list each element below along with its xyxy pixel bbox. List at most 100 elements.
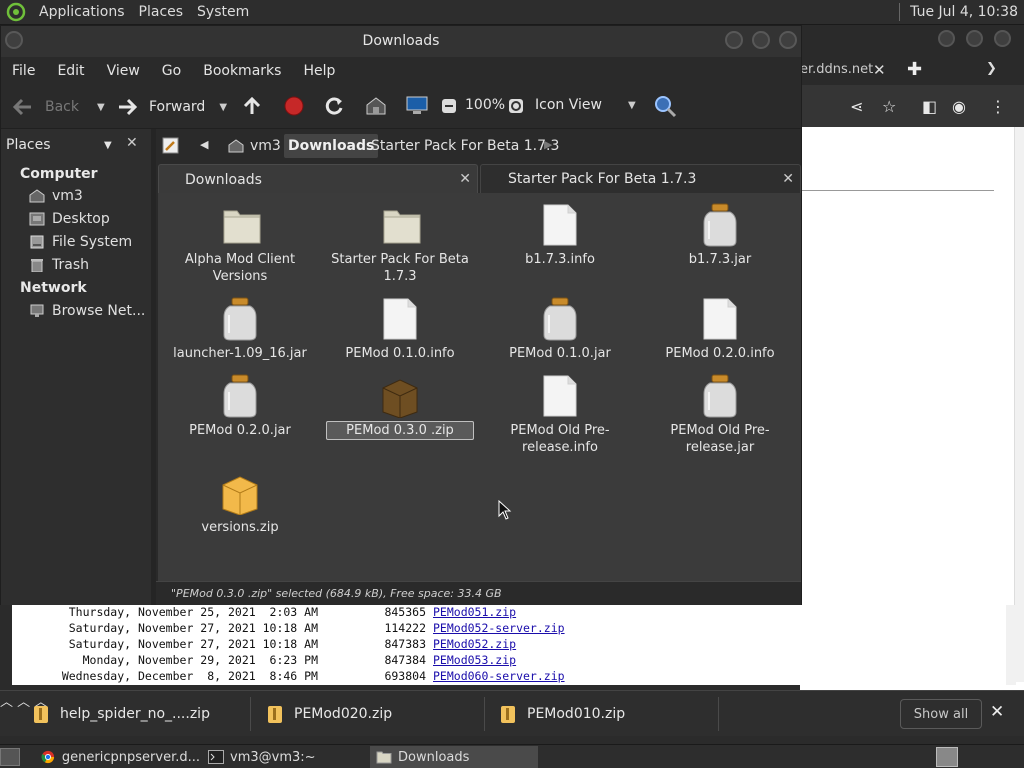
- listing-row: Saturday, November 27, 2021 10:18 AM 8473…: [68, 637, 517, 651]
- file-name: PEMod 0.1.0.jar: [509, 346, 611, 361]
- browser-menu-icon[interactable]: ⋮: [990, 97, 1006, 116]
- workspace-switcher[interactable]: [936, 747, 958, 767]
- breadcrumb-downloads[interactable]: Downloads: [284, 134, 379, 158]
- download-menu-chevron-icon[interactable]: ︿: [0, 695, 13, 710]
- task-chrome[interactable]: genericpnpserver.d...: [34, 746, 200, 768]
- browser-window: er.ddns.net ✕ ✚ ❯ ⋖ ☆ ◧ ◉ ⋮: [800, 25, 1024, 690]
- file-name: versions.zip: [201, 520, 279, 535]
- sidebar-resize-handle[interactable]: [151, 129, 156, 605]
- view-mode-arrow-icon: ▼: [627, 99, 636, 111]
- file-name: PEMod 0.1.0.info: [345, 346, 455, 361]
- listing-link[interactable]: PEMod052-server.zip: [433, 621, 565, 635]
- listing-link[interactable]: PEMod052.zip: [433, 637, 516, 651]
- breadcrumb-left-arrow-icon[interactable]: ◀: [200, 138, 208, 151]
- menu-go[interactable]: Go: [151, 63, 192, 79]
- applications-menu[interactable]: Applications: [32, 4, 132, 20]
- close-shelf-icon[interactable]: ✕: [990, 702, 1004, 722]
- listing-link[interactable]: PEMod051.zip: [433, 605, 516, 619]
- browser-tab-title[interactable]: er.ddns.net: [800, 62, 873, 77]
- view-mode-select[interactable]: Icon View ▼: [535, 97, 636, 113]
- taskbar: genericpnpserver.d... vm3@vm3:~ Download…: [0, 744, 1024, 768]
- sidebar-close-icon[interactable]: ✕: [126, 135, 138, 151]
- file-name: launcher-1.09_16.jar: [173, 346, 307, 361]
- sidebar-item-file-system[interactable]: File System: [29, 234, 132, 250]
- task-downloads[interactable]: Downloads: [370, 746, 538, 768]
- bookmark-star-icon[interactable]: ☆: [882, 97, 896, 116]
- browser-close-button[interactable]: [994, 30, 1011, 47]
- side-panel-icon[interactable]: ◧: [922, 97, 937, 116]
- tab-downloads[interactable]: Downloads ✕: [158, 164, 478, 194]
- zoom-in-icon[interactable]: [508, 98, 524, 114]
- listing-scrollbar[interactable]: [1006, 605, 1016, 685]
- download-item[interactable]: help_spider_no_....zip: [34, 691, 210, 737]
- download-item[interactable]: PEMod020.zip: [268, 691, 392, 737]
- sidebar-item-browse-network[interactable]: Browse Net...: [29, 303, 145, 319]
- search-icon[interactable]: [653, 94, 677, 118]
- sidebar-type-select[interactable]: Places ▼: [6, 134, 118, 156]
- menu-view[interactable]: View: [96, 63, 151, 79]
- tab-strip: Downloads ✕ Starter Pack For Beta 1.7.3 …: [156, 164, 801, 194]
- sidebar-item-desktop[interactable]: Desktop: [29, 211, 110, 227]
- profile-avatar-icon[interactable]: ◉: [952, 97, 966, 116]
- sidebar: Places ▼ ✕ Computer vm3 Desktop File Sys…: [1, 129, 151, 605]
- zoom-out-icon[interactable]: [441, 98, 457, 114]
- distro-logo-icon[interactable]: [6, 2, 26, 22]
- minimize-button[interactable]: [725, 31, 743, 49]
- share-icon[interactable]: ⋖: [850, 97, 863, 116]
- menu-edit[interactable]: Edit: [46, 63, 95, 79]
- close-tab-icon[interactable]: ✕: [459, 171, 471, 187]
- edit-location-icon[interactable]: [162, 137, 180, 155]
- breadcrumb-vm3[interactable]: vm3: [224, 134, 285, 158]
- folder-icon: [220, 203, 261, 247]
- tab-starter-pack[interactable]: Starter Pack For Beta 1.7.3 ✕: [480, 164, 801, 194]
- browser-minimize-button[interactable]: [938, 30, 955, 47]
- stop-icon[interactable]: [283, 95, 305, 117]
- download-menu-chevron-icon[interactable]: ︿: [17, 695, 30, 710]
- computer-icon[interactable]: [405, 95, 429, 117]
- up-arrow-icon[interactable]: [241, 95, 263, 117]
- breadcrumb-starter-pack[interactable]: Starter Pack For Beta 1.7.3: [367, 134, 563, 158]
- reload-icon[interactable]: [323, 95, 345, 117]
- menu-bookmarks[interactable]: Bookmarks: [192, 63, 292, 79]
- jar-icon: [700, 374, 740, 418]
- menu-file[interactable]: File: [1, 63, 46, 79]
- folder-icon: [376, 751, 392, 764]
- document-icon: [380, 297, 420, 341]
- show-desktop-button[interactable]: [0, 748, 20, 766]
- task-terminal[interactable]: vm3@vm3:~: [202, 746, 368, 768]
- menu-help[interactable]: Help: [292, 63, 346, 79]
- file-name: PEMod 0.2.0.jar: [189, 423, 291, 438]
- places-menu[interactable]: Places: [132, 4, 191, 20]
- forward-button[interactable]: Forward ▼: [115, 97, 227, 117]
- download-item[interactable]: PEMod010.zip: [501, 691, 625, 737]
- home-icon[interactable]: [365, 96, 387, 116]
- browser-tab-close-icon[interactable]: ✕: [873, 61, 886, 79]
- forward-arrow-icon: [119, 98, 138, 116]
- tab-search-chevron-icon[interactable]: ❯: [986, 61, 997, 76]
- back-history-arrow-icon[interactable]: ▼: [97, 102, 105, 113]
- sidebar-item-trash[interactable]: Trash: [29, 257, 89, 273]
- file-icon-view[interactable]: Alpha Mod Client Versions Starter Pack Fo…: [158, 193, 801, 581]
- sidebar-item-vm3[interactable]: vm3: [29, 188, 83, 204]
- listing-link[interactable]: PEMod060-server.zip: [433, 669, 565, 683]
- listing-row: Wednesday, December 8, 2021 8:46 PM 69380…: [61, 669, 565, 683]
- window-titlebar[interactable]: Downloads: [1, 26, 801, 57]
- clock[interactable]: Tue Jul 4, 10:38: [910, 4, 1018, 20]
- file-name: PEMod 0.3.0 .zip: [320, 421, 480, 440]
- listing-row: Monday, November 29, 2021 6:23 PM 847384 P…: [82, 653, 517, 667]
- back-button[interactable]: Back ▼: [11, 97, 105, 117]
- breadcrumb-right-arrow-icon[interactable]: ▶: [544, 138, 552, 151]
- zoom-level[interactable]: 100%: [465, 97, 505, 113]
- file-name: PEMod Old Pre-release.jar: [670, 423, 770, 455]
- close-tab-icon[interactable]: ✕: [782, 171, 794, 187]
- show-all-button[interactable]: Show all: [900, 699, 982, 729]
- listing-link[interactable]: PEMod053.zip: [433, 653, 516, 667]
- close-button[interactable]: [779, 31, 797, 49]
- forward-history-arrow-icon[interactable]: ▼: [219, 102, 227, 113]
- maximize-button[interactable]: [752, 31, 770, 49]
- new-tab-icon[interactable]: ✚: [907, 59, 922, 80]
- jar-icon: [700, 203, 740, 247]
- browser-scrollbar[interactable]: [1014, 127, 1024, 682]
- system-menu[interactable]: System: [190, 4, 256, 20]
- browser-maximize-button[interactable]: [966, 30, 983, 47]
